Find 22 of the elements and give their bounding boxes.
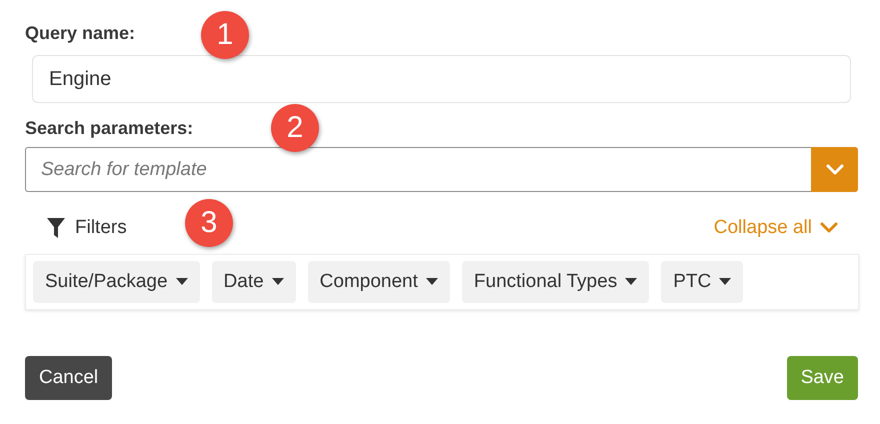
input-field[interactable]: Engine (32, 55, 851, 103)
caret-icon (426, 278, 438, 286)
chevron-down-icon (824, 162, 844, 176)
search-field[interactable]: Search for template (25, 147, 811, 192)
callout-badge: 2 (271, 104, 319, 152)
field-label: Query name: (25, 22, 136, 44)
caret-icon (272, 278, 284, 286)
filter-dropdown[interactable]: Suite/Package (33, 261, 200, 303)
caret-icon (176, 278, 188, 286)
filter-icon (47, 218, 65, 238)
filter-dropdown[interactable]: Component (308, 261, 450, 303)
callout-badge: 3 (185, 199, 233, 247)
caret-icon (719, 278, 732, 286)
filter-dropdown[interactable]: Functional Types (462, 261, 650, 303)
caret-icon (625, 278, 638, 286)
field-label: Search parameters: (25, 118, 194, 138)
cancel-button[interactable]: Cancel (25, 356, 112, 400)
dropdown-button[interactable] (811, 147, 858, 192)
filter-dropdown[interactable]: PTC (661, 261, 744, 303)
chevron-down-icon (820, 222, 838, 234)
filter-dropdown[interactable]: Date (212, 261, 296, 303)
filters-label: Filters (75, 217, 127, 239)
